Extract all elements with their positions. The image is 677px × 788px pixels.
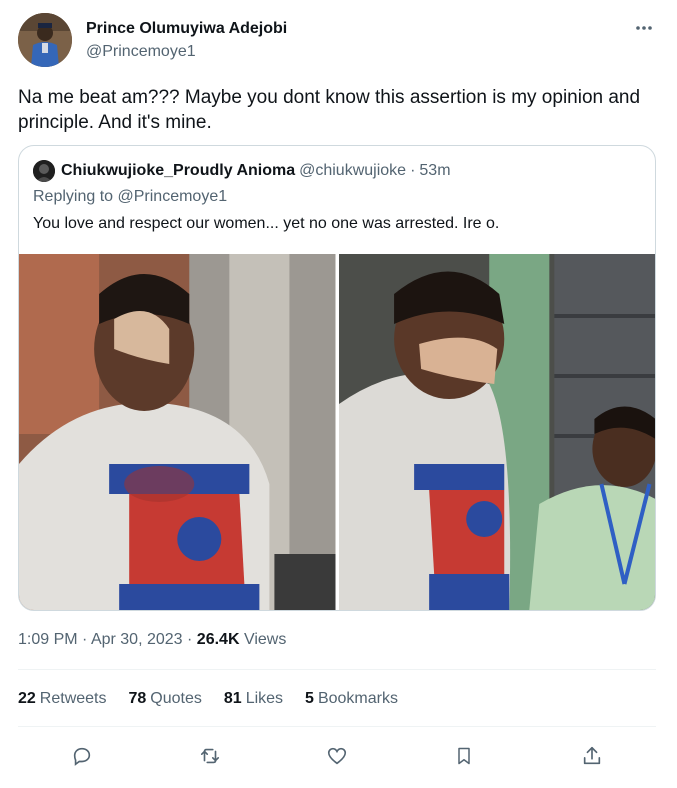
tweet-text: Na me beat am??? Maybe you dont know thi… [18, 87, 641, 133]
quoted-tweet[interactable]: Chiukwujioke_Proudly Anioma @chiukwujiok… [18, 145, 656, 611]
quoted-timestamp[interactable]: 53m [419, 162, 450, 180]
replying-to-prefix: Replying to [33, 188, 114, 205]
more-options-icon[interactable] [633, 17, 655, 39]
stat-likes[interactable]: 81 Likes [224, 690, 283, 708]
quoted-tweet-header: Chiukwujioke_Proudly Anioma @chiukwujiok… [33, 159, 451, 183]
tweet-date[interactable]: Apr 30, 2023 [91, 631, 183, 648]
separator-dot: · [187, 631, 193, 648]
quoted-author-handle[interactable]: @chiukwujioke [299, 162, 406, 180]
retweet-icon[interactable] [194, 740, 226, 772]
quoted-photo-2[interactable] [338, 254, 655, 610]
quoted-author-avatar[interactable] [33, 160, 55, 182]
views-count: 26.4K [196, 631, 240, 648]
replying-to-mention[interactable]: @Princemoye1 [118, 188, 228, 205]
views-label: Views [243, 631, 287, 648]
author-name[interactable]: Prince Olumuyiwa Adejobi [86, 19, 287, 39]
replying-to: Replying to @Princemoye1 [33, 188, 227, 206]
divider [18, 669, 656, 670]
separator-dot: · [82, 631, 88, 648]
action-bar [18, 740, 656, 772]
reply-icon[interactable] [66, 740, 98, 772]
quoted-author-name[interactable]: Chiukwujioke_Proudly Anioma [61, 162, 295, 180]
share-icon[interactable] [576, 740, 608, 772]
quoted-photo-1[interactable] [19, 254, 336, 610]
like-icon[interactable] [321, 740, 353, 772]
tweet-meta: 1:09 PM · Apr 30, 2023 · 26.4K Views [18, 631, 286, 649]
stat-quotes[interactable]: 78 Quotes [129, 690, 202, 708]
stat-bookmarks[interactable]: 5 Bookmarks [305, 690, 398, 708]
quoted-tweet-text: You love and respect our women... yet no… [33, 215, 500, 232]
engagement-stats: 22 Retweets 78 Quotes 81 Likes 5 Bookmarks [18, 690, 398, 708]
bookmark-icon[interactable] [448, 740, 480, 772]
quoted-media [19, 254, 655, 610]
author-handle[interactable]: @Princemoye1 [86, 42, 287, 62]
divider [18, 726, 656, 727]
tweet-header: Prince Olumuyiwa Adejobi @Princemoye1 [18, 13, 659, 69]
separator-dot: · [410, 162, 416, 179]
tweet-time[interactable]: 1:09 PM [18, 631, 78, 648]
author-avatar[interactable] [18, 13, 72, 67]
stat-retweets[interactable]: 22 Retweets [18, 690, 107, 708]
